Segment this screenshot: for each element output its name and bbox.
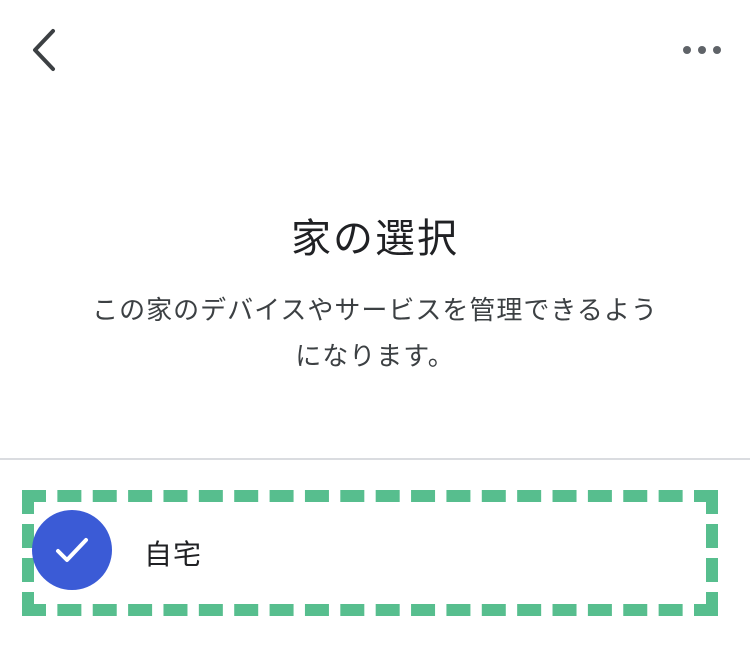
check-icon — [56, 538, 88, 562]
description-line-2: になります。 — [295, 342, 455, 372]
more-options-button[interactable] — [672, 26, 732, 74]
description-line-1: この家のデバイスやサービスを管理できるよう — [92, 296, 658, 326]
chevron-left-icon — [33, 29, 55, 71]
page-description: この家のデバイスやサービスを管理できるよう になります。 — [55, 288, 695, 380]
back-button[interactable] — [22, 22, 66, 78]
highlight-annotation — [22, 490, 718, 616]
more-horizontal-icon — [683, 46, 721, 54]
selected-indicator — [32, 510, 112, 590]
home-name: 自宅 — [144, 538, 203, 571]
top-bar — [0, 0, 750, 100]
home-list-item[interactable]: 自宅 — [0, 460, 750, 640]
page-title: 家の選択 — [291, 216, 459, 262]
